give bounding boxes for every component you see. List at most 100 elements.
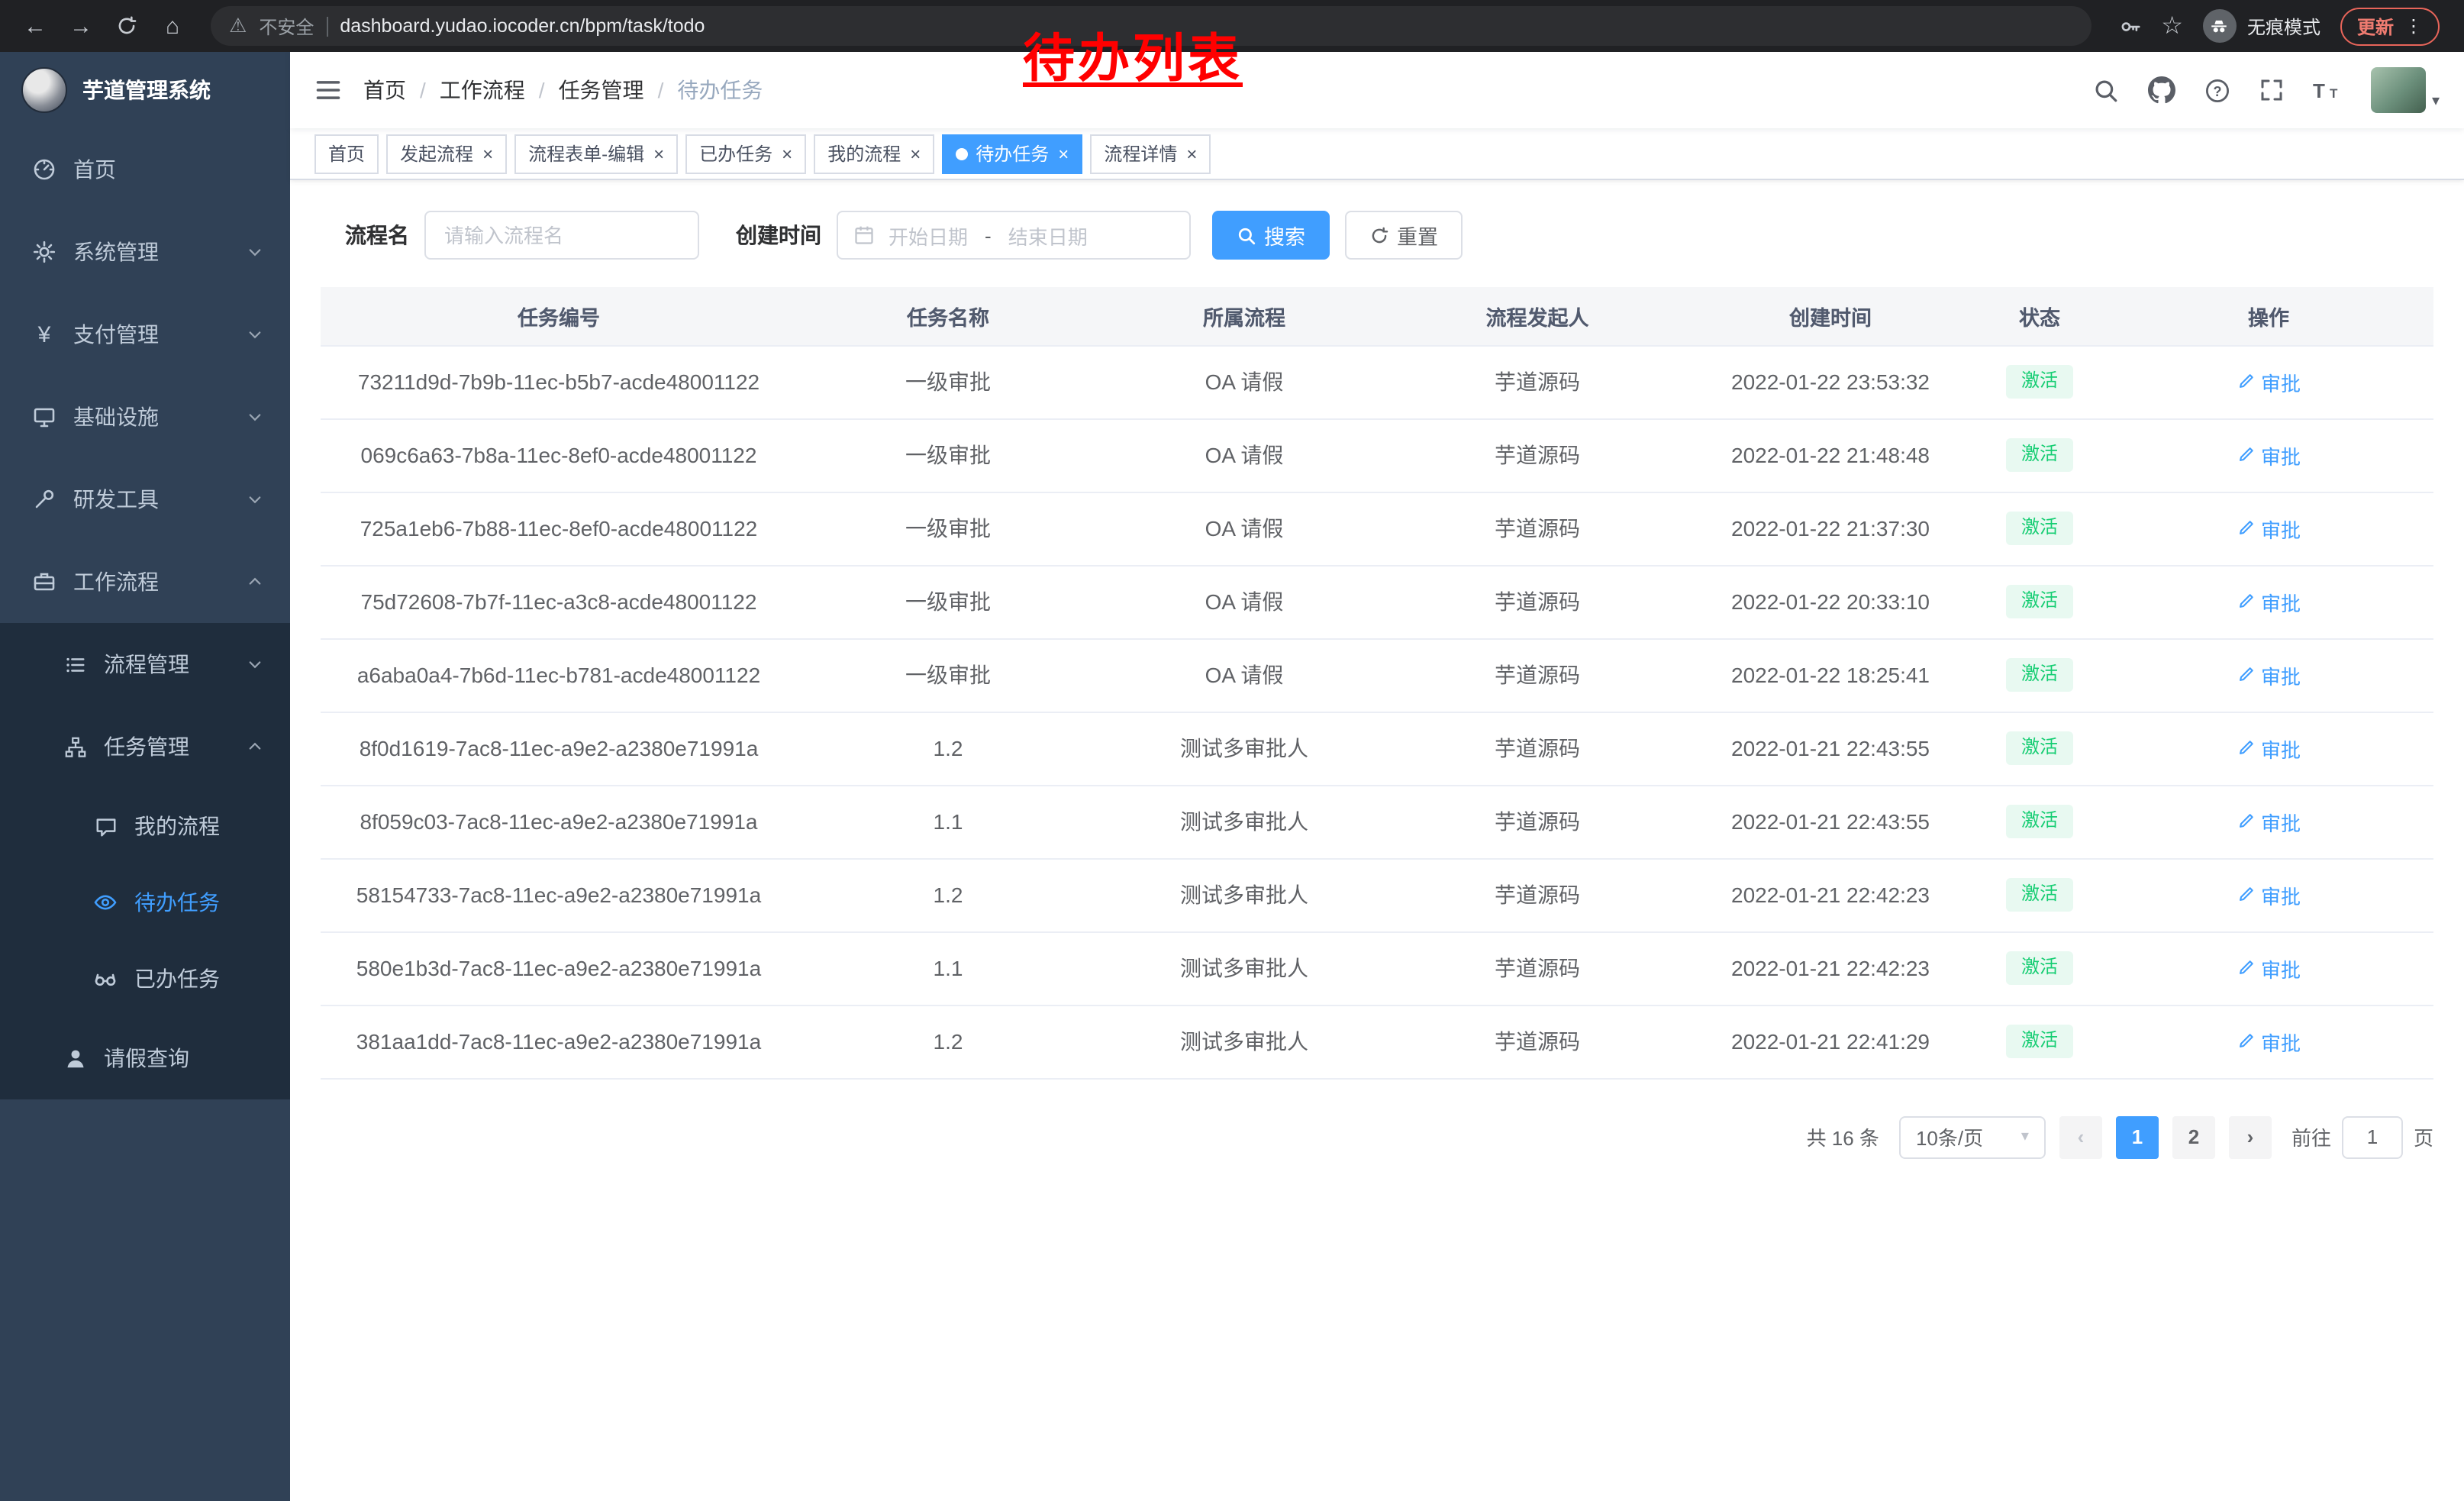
forward-icon[interactable]: →	[61, 6, 101, 46]
sidebar-item-infrastructure[interactable]: 基础设施	[0, 376, 290, 458]
search-icon[interactable]	[2093, 77, 2119, 103]
tab-close-icon[interactable]: ×	[782, 144, 792, 163]
page-button-1[interactable]: 1	[2116, 1115, 2159, 1158]
tab-label: 流程详情	[1104, 140, 1177, 166]
content: 流程名 创建时间 开始日期 - 结束日期 搜索 重置	[290, 180, 2464, 1501]
reload-icon[interactable]	[107, 6, 147, 46]
back-icon[interactable]: ←	[15, 6, 55, 46]
app-logo[interactable]: 芋道管理系统	[0, 52, 290, 128]
tab-bar: 首页发起流程×流程表单-编辑×已办任务×我的流程×待办任务×流程详情×	[290, 128, 2464, 180]
sidebar-item-process-mgmt[interactable]: 流程管理	[0, 623, 290, 705]
task-id-cell: 75d72608-7b7f-11ec-a3c8-acde48001122	[321, 565, 797, 638]
next-page-button[interactable]: ›	[2229, 1115, 2272, 1158]
sidebar-item-task-mgmt[interactable]: 任务管理	[0, 705, 290, 788]
approve-button[interactable]: 审批	[2237, 734, 2301, 763]
workflow-submenu: 流程管理 任务管理 我的流程 待办任务	[0, 623, 290, 1099]
breadcrumb-item[interactable]: 任务管理	[559, 75, 644, 105]
tab-close-icon[interactable]: ×	[910, 144, 921, 163]
update-button[interactable]: 更新 ⋮	[2340, 7, 2440, 45]
security-label[interactable]: 不安全	[259, 13, 314, 39]
approve-button[interactable]: 审批	[2237, 1027, 2301, 1056]
avatar[interactable]	[2371, 67, 2426, 113]
create-time-cell: 2022-01-22 18:25:41	[1685, 638, 1975, 712]
page-unit-label: 页	[2414, 1122, 2433, 1151]
star-icon[interactable]: ☆	[2161, 11, 2183, 41]
navbar-actions: ? TT ▾	[2093, 67, 2440, 113]
end-date-placeholder[interactable]: 结束日期	[1008, 221, 1088, 250]
approve-button[interactable]: 审批	[2237, 367, 2301, 396]
process-name-input[interactable]	[424, 211, 699, 260]
task-name-cell: 一级审批	[797, 345, 1099, 418]
update-label: 更新	[2357, 13, 2394, 39]
menu-label: 流程管理	[104, 649, 189, 679]
top-navbar: 首页 / 工作流程 / 任务管理 / 待办任务 ?	[290, 52, 2464, 128]
url-text[interactable]: dashboard.yudao.iocoder.cn/bpm/task/todo	[340, 15, 705, 37]
home-icon[interactable]: ⌂	[153, 6, 192, 46]
approve-label: 审批	[2261, 441, 2301, 470]
menu-label: 首页	[73, 154, 116, 185]
starter-cell: 芋道源码	[1389, 418, 1685, 492]
column-header: 任务编号	[321, 287, 797, 345]
approve-button[interactable]: 审批	[2237, 880, 2301, 909]
sidebar-item-payment[interactable]: ¥ 支付管理	[0, 293, 290, 376]
tab-close-icon[interactable]: ×	[1186, 144, 1197, 163]
menu-dots-icon[interactable]: ⋮	[2404, 15, 2423, 37]
tab-label: 首页	[328, 140, 365, 166]
sidebar-item-todo-task[interactable]: 待办任务	[0, 864, 290, 941]
fullscreen-icon[interactable]	[2259, 78, 2284, 102]
font-size-icon[interactable]: TT	[2313, 77, 2342, 103]
tab-close-icon[interactable]: ×	[1058, 144, 1069, 163]
tab-item[interactable]: 首页	[314, 134, 379, 173]
tab-item[interactable]: 已办任务 ×	[685, 134, 806, 173]
sidebar-item-my-process[interactable]: 我的流程	[0, 788, 290, 864]
tab-close-icon[interactable]: ×	[482, 144, 493, 163]
key-icon[interactable]	[2118, 15, 2141, 37]
start-date-placeholder[interactable]: 开始日期	[889, 221, 968, 250]
tab-item[interactable]: 流程详情 ×	[1090, 134, 1211, 173]
table-row: 58154733-7ac8-11ec-a9e2-a2380e71991a1.2测…	[321, 858, 2433, 931]
action-cell: 审批	[2104, 345, 2433, 418]
page-button-2[interactable]: 2	[2172, 1115, 2215, 1158]
tab-item[interactable]: 流程表单-编辑×	[514, 134, 678, 173]
breadcrumb-item[interactable]: 首页	[363, 75, 406, 105]
tab-item-active[interactable]: 待办任务×	[942, 134, 1082, 173]
tab-item[interactable]: 发起流程×	[386, 134, 507, 173]
process-name-cell: 测试多审批人	[1099, 785, 1389, 858]
user-menu[interactable]: ▾	[2371, 67, 2440, 113]
approve-button[interactable]: 审批	[2237, 587, 2301, 616]
approve-button[interactable]: 审批	[2237, 954, 2301, 983]
sidebar-item-system[interactable]: 系统管理	[0, 211, 290, 293]
approve-button[interactable]: 审批	[2237, 441, 2301, 470]
action-cell: 审批	[2104, 785, 2433, 858]
help-icon[interactable]: ?	[2204, 77, 2230, 103]
tab-close-icon[interactable]: ×	[653, 144, 664, 163]
page-size-select[interactable]: 10条/页 ▾	[1899, 1115, 2046, 1158]
approve-button[interactable]: 审批	[2237, 514, 2301, 543]
tab-item[interactable]: 我的流程×	[814, 134, 934, 173]
address-bar[interactable]: ⚠ 不安全 dashboard.yudao.iocoder.cn/bpm/tas…	[211, 6, 2091, 46]
action-cell: 审批	[2104, 565, 2433, 638]
prev-page-button[interactable]: ‹	[2059, 1115, 2102, 1158]
github-icon[interactable]	[2148, 76, 2175, 104]
reset-button[interactable]: 重置	[1345, 211, 1463, 260]
menu-fold-icon[interactable]	[314, 76, 342, 104]
sidebar-item-done-task[interactable]: 已办任务	[0, 941, 290, 1017]
date-range-picker[interactable]: 开始日期 - 结束日期	[837, 211, 1191, 260]
sidebar-item-home[interactable]: 首页	[0, 128, 290, 211]
sidebar-item-leave-query[interactable]: 请假查询	[0, 1017, 290, 1099]
starter-cell: 芋道源码	[1389, 1005, 1685, 1078]
incognito-icon	[2203, 9, 2237, 43]
sidebar-item-devtools[interactable]: 研发工具	[0, 458, 290, 541]
approve-button[interactable]: 审批	[2237, 660, 2301, 689]
status-cell: 激活	[1975, 418, 2104, 492]
task-id-cell: 381aa1dd-7ac8-11ec-a9e2-a2380e71991a	[321, 1005, 797, 1078]
task-id-cell: 725a1eb6-7b88-11ec-8ef0-acde48001122	[321, 492, 797, 565]
tab-label: 已办任务	[699, 140, 772, 166]
search-button[interactable]: 搜索	[1212, 211, 1330, 260]
user-icon	[61, 1044, 89, 1072]
breadcrumb-item[interactable]: 工作流程	[440, 75, 525, 105]
goto-page-input[interactable]	[2342, 1115, 2403, 1158]
browser-actions: ☆ 无痕模式 更新 ⋮	[2109, 7, 2449, 45]
sidebar-item-workflow[interactable]: 工作流程	[0, 541, 290, 623]
approve-button[interactable]: 审批	[2237, 807, 2301, 836]
